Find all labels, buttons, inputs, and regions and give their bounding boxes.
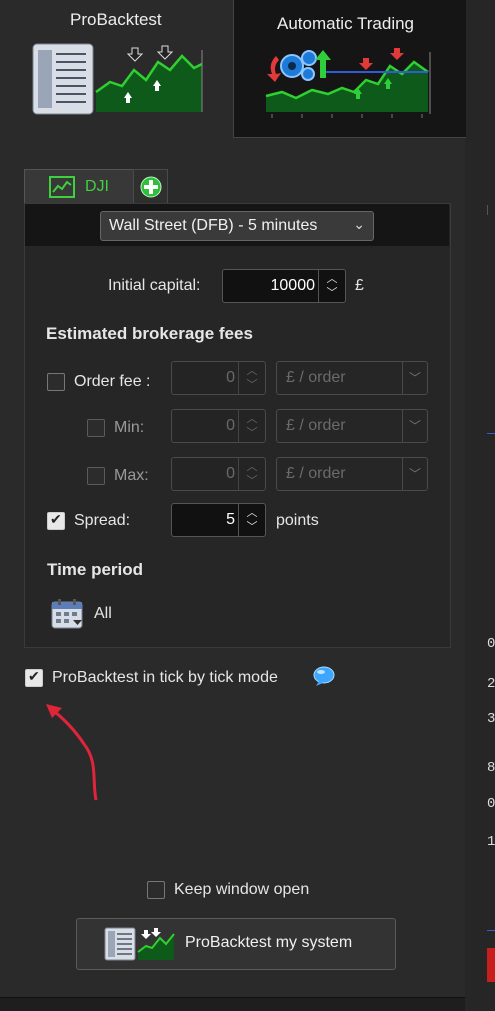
instrument-timeframe-dropdown[interactable]: Wall Street (DFB) - 5 minutes ⌄ — [100, 211, 374, 241]
min-fee-unit-select[interactable]: £ / order ﹀ — [276, 409, 428, 443]
tab-probacktest[interactable]: ProBacktest — [0, 0, 233, 137]
min-fee-input[interactable]: 0 ︿ ﹀ — [171, 409, 266, 443]
strip-line — [487, 433, 495, 434]
currency-symbol: £ — [355, 277, 364, 294]
time-period-value: All — [94, 605, 112, 622]
initial-capital-label: Initial capital: — [108, 277, 201, 294]
spread-input[interactable]: 5 ︿ ﹀ — [171, 503, 266, 537]
max-fee-input[interactable]: 0 ︿ ﹀ — [171, 457, 266, 491]
probacktest-my-system-button[interactable]: ProBacktest my system — [76, 918, 396, 970]
spread-label: Spread: — [74, 512, 131, 529]
tab-automatic-trading-label: Automatic Trading — [277, 14, 415, 33]
chevron-down-icon: ﹀ — [402, 410, 427, 442]
chevron-down-icon: ﹀ — [402, 362, 427, 394]
edge-digit: 3 — [487, 711, 495, 727]
chevron-down-icon[interactable]: ﹀ — [239, 426, 265, 440]
chevron-down-icon: ⌄ — [353, 216, 365, 232]
time-period-heading: Time period — [47, 560, 144, 579]
tick-mode-label: ProBacktest in tick by tick mode — [52, 669, 278, 686]
spread-unit: points — [276, 512, 319, 529]
min-fee-value: 0 — [226, 417, 235, 434]
chevron-down-icon[interactable]: ﹀ — [239, 378, 265, 392]
spread-checkbox[interactable] — [47, 511, 65, 530]
add-instrument-button[interactable] — [133, 169, 168, 204]
calendar-icon — [51, 599, 83, 629]
speech-bubble-icon[interactable] — [313, 666, 335, 686]
chevron-down-icon[interactable]: ﹀ — [319, 286, 345, 300]
brokerage-fees-heading: Estimated brokerage fees — [46, 324, 253, 343]
max-fee-label: Max: — [114, 467, 149, 484]
edge-digit: 0 — [487, 796, 495, 812]
chevron-up-icon[interactable]: ︿ — [319, 272, 345, 286]
order-fee-label: Order fee : — [74, 373, 151, 390]
instrument-tab-label: DJI — [85, 178, 109, 195]
min-fee-label: Min: — [114, 419, 145, 436]
instrument-tab-dji[interactable]: DJI — [24, 169, 134, 204]
automatic-trading-icon — [265, 48, 431, 118]
order-fee-unit-select[interactable]: £ / order ﹀ — [276, 361, 428, 395]
order-fee-value: 0 — [226, 369, 235, 386]
edge-digit: 1 — [487, 834, 495, 850]
plus-circle-icon — [140, 176, 162, 198]
initial-capital-stepper[interactable]: ︿ ﹀ — [318, 270, 345, 302]
time-period-selector[interactable] — [51, 598, 85, 630]
max-fee-checkbox[interactable] — [87, 467, 105, 485]
initial-capital-value: 10000 — [270, 277, 316, 294]
keep-window-open-label: Keep window open — [174, 881, 310, 898]
order-fee-unit: £ / order — [286, 369, 346, 386]
max-fee-unit-select[interactable]: £ / order ﹀ — [276, 457, 428, 491]
strip-line — [487, 930, 495, 931]
background-chart-strip — [465, 0, 495, 1011]
min-fee-unit: £ / order — [286, 417, 346, 434]
spread-value: 5 — [226, 511, 235, 528]
initial-capital-input[interactable]: 10000 ︿ ﹀ — [222, 269, 346, 303]
tick-mode-checkbox[interactable] — [25, 668, 43, 687]
tab-automatic-trading[interactable]: Automatic Trading — [233, 0, 466, 138]
chevron-down-icon[interactable]: ﹀ — [239, 474, 265, 488]
max-fee-value: 0 — [226, 465, 235, 482]
probacktest-icon — [104, 927, 175, 961]
order-fee-input[interactable]: 0 ︿ ﹀ — [171, 361, 266, 395]
edge-digit: 2 — [487, 676, 495, 692]
chevron-up-icon[interactable]: ︿ — [239, 460, 265, 474]
annotation-arrow-icon — [46, 704, 98, 801]
strip-line — [487, 205, 488, 215]
chevron-up-icon[interactable]: ︿ — [239, 364, 265, 378]
chevron-down-icon[interactable]: ﹀ — [239, 520, 265, 534]
min-fee-checkbox[interactable] — [87, 419, 105, 437]
strip-bar — [487, 948, 495, 982]
spread-stepper[interactable]: ︿ ﹀ — [238, 504, 265, 536]
tab-probacktest-label: ProBacktest — [70, 10, 162, 29]
max-fee-unit: £ / order — [286, 465, 346, 482]
chart-icon — [49, 176, 75, 198]
probacktest-my-system-label: ProBacktest my system — [185, 934, 353, 951]
keep-window-open-checkbox[interactable] — [147, 881, 165, 899]
chevron-up-icon[interactable]: ︿ — [239, 506, 265, 520]
edge-digit: 8 — [487, 760, 495, 776]
order-fee-stepper[interactable]: ︿ ﹀ — [238, 362, 265, 394]
edge-digit: 0 — [487, 636, 495, 652]
chevron-down-icon: ﹀ — [402, 458, 427, 490]
probacktest-icon — [32, 43, 203, 115]
min-fee-stepper[interactable]: ︿ ﹀ — [238, 410, 265, 442]
dropdown-label: Wall Street (DFB) - 5 minutes — [109, 217, 318, 234]
max-fee-stepper[interactable]: ︿ ﹀ — [238, 458, 265, 490]
order-fee-checkbox[interactable] — [47, 373, 65, 391]
chevron-up-icon[interactable]: ︿ — [239, 412, 265, 426]
